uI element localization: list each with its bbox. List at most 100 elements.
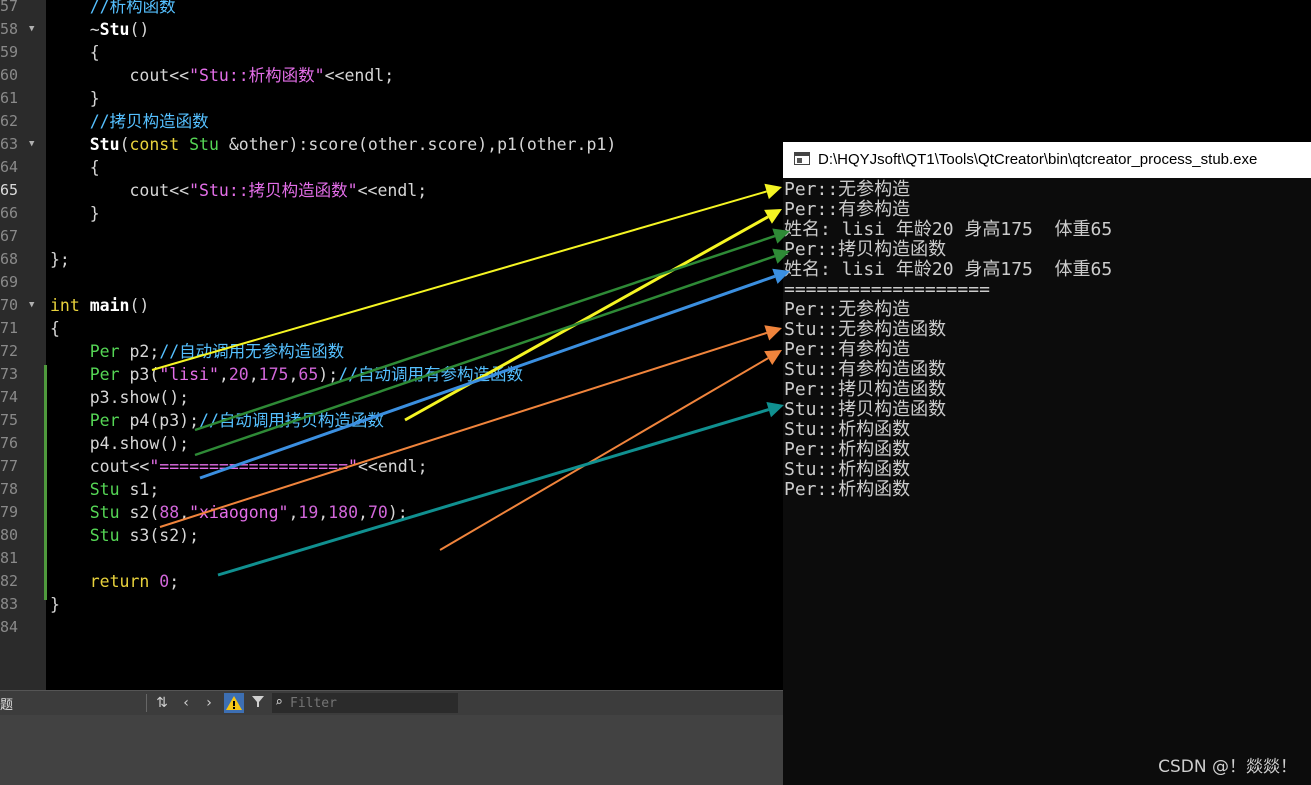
line-number-gutter: 57 58 ▼ 59 60 61 62 63 ▼ 64 65 66 67 68 69 70 ▼ 71 72 73 74 7… bbox=[0, 0, 46, 690]
filter-field[interactable]: ⌕ bbox=[272, 693, 458, 713]
code-token: } bbox=[50, 204, 100, 223]
fold-toggle-icon[interactable]: ▼ bbox=[29, 294, 34, 317]
line-number: 83 bbox=[0, 595, 19, 613]
code-token: } bbox=[50, 595, 60, 614]
code-token: Stu bbox=[89, 135, 120, 154]
code-token: ); bbox=[387, 503, 408, 522]
chevron-left-icon[interactable]: ‹ bbox=[176, 693, 196, 713]
code-line[interactable]: } bbox=[50, 593, 60, 616]
code-line[interactable]: cout<<"Stu::拷贝构造函数"<<endl; bbox=[50, 179, 427, 202]
code-token: <<endl; bbox=[357, 181, 428, 200]
code-token: s1; bbox=[119, 480, 160, 499]
code-line[interactable]: Stu s3(s2); bbox=[50, 524, 199, 547]
code-line[interactable]: Stu s2(88,"xiaogong",19,180,70); bbox=[50, 501, 408, 524]
code-line[interactable]: int main() bbox=[50, 294, 149, 317]
code-area[interactable]: //析构函数 ~Stu() { cout<<"Stu::析构函数"<<endl;… bbox=[50, 0, 783, 690]
code-token: Per bbox=[89, 411, 120, 430]
code-line[interactable]: }; bbox=[50, 248, 70, 271]
code-token: 19 bbox=[298, 503, 319, 522]
gutter-line: 66 bbox=[0, 202, 46, 225]
console-title-bar[interactable]: D:\HQYJsoft\QT1\Tools\QtCreator\bin\qtcr… bbox=[783, 142, 1311, 178]
fold-toggle-icon[interactable]: ▼ bbox=[29, 133, 34, 156]
console-output-line: =================== bbox=[784, 279, 990, 300]
line-number: 81 bbox=[0, 549, 19, 567]
code-token: p3( bbox=[119, 365, 160, 384]
line-number: 82 bbox=[0, 572, 19, 590]
line-number: 63 bbox=[0, 135, 19, 153]
gutter-line: 63 ▼ bbox=[0, 133, 46, 156]
gutter-line: 84 bbox=[0, 616, 46, 639]
code-line[interactable]: } bbox=[50, 87, 100, 110]
code-line[interactable]: cout<<"Stu::析构函数"<<endl; bbox=[50, 64, 394, 87]
code-token: Stu bbox=[89, 480, 120, 499]
code-line[interactable]: Stu s1; bbox=[50, 478, 160, 501]
code-token: 65 bbox=[298, 365, 319, 384]
toolbar-separator bbox=[146, 694, 147, 712]
pane-title-fragment: 题 bbox=[0, 698, 14, 713]
code-line[interactable]: return 0; bbox=[50, 570, 179, 593]
warning-toggle-button[interactable] bbox=[224, 693, 244, 713]
code-token: <<endl; bbox=[357, 457, 428, 476]
code-line[interactable]: Per p2;//自动调用无参构造函数 bbox=[50, 340, 344, 363]
sort-icon[interactable]: ⇅ bbox=[152, 693, 172, 713]
console-output-line: Stu::无参构造函数 bbox=[784, 319, 947, 340]
console-output-line: Per::无参构造 bbox=[784, 299, 911, 320]
console-output-line: Per::拷贝构造函数 bbox=[784, 239, 947, 260]
code-token: }; bbox=[50, 250, 70, 269]
code-line[interactable]: //析构函数 bbox=[50, 0, 176, 18]
gutter-line: 60 bbox=[0, 64, 46, 87]
gutter-line: 82 bbox=[0, 570, 46, 593]
code-token: ( bbox=[119, 135, 130, 154]
code-line[interactable]: { bbox=[50, 41, 100, 64]
code-line[interactable]: Stu(const Stu &other):score(other.score)… bbox=[50, 133, 617, 156]
line-number: 67 bbox=[0, 227, 19, 245]
code-line[interactable]: p3.show(); bbox=[50, 386, 189, 409]
gutter-line: 69 bbox=[0, 271, 46, 294]
gutter-line: 64 bbox=[0, 156, 46, 179]
code-line[interactable]: ~Stu() bbox=[50, 18, 150, 41]
code-line[interactable]: cout<<"==================="<<endl; bbox=[50, 455, 428, 478]
warning-icon bbox=[226, 696, 242, 710]
code-token: , bbox=[318, 503, 329, 522]
code-token: () bbox=[129, 20, 150, 39]
code-token: 175 bbox=[258, 365, 289, 384]
code-token: , bbox=[179, 503, 190, 522]
code-token: cout<< bbox=[50, 66, 190, 85]
code-token: , bbox=[288, 365, 299, 384]
gutter-line: 78 bbox=[0, 478, 46, 501]
code-line[interactable]: { bbox=[50, 156, 100, 179]
change-marker-bar bbox=[44, 365, 47, 600]
code-line[interactable]: Per p3("lisi",20,175,65);//自动调用有参构造函数 bbox=[50, 363, 523, 386]
code-token: Per bbox=[89, 365, 120, 384]
gutter-line: 72 bbox=[0, 340, 46, 363]
console-output-line: Per::有参构造 bbox=[784, 199, 911, 220]
code-token: p4.show(); bbox=[50, 434, 190, 453]
line-number: 77 bbox=[0, 457, 19, 475]
code-line[interactable]: Per p4(p3);//自动调用拷贝构造函数 bbox=[50, 409, 384, 432]
filter-input[interactable] bbox=[290, 693, 456, 713]
code-token: main bbox=[89, 296, 130, 315]
code-line[interactable]: p4.show(); bbox=[50, 432, 189, 455]
code-token: Stu bbox=[189, 135, 219, 154]
filter-icon[interactable] bbox=[248, 693, 268, 713]
console-app-icon bbox=[794, 152, 810, 165]
gutter-line: 76 bbox=[0, 432, 46, 455]
chevron-right-icon[interactable]: › bbox=[199, 693, 219, 713]
console-window[interactable]: D:\HQYJsoft\QT1\Tools\QtCreator\bin\qtcr… bbox=[783, 142, 1311, 785]
code-line[interactable]: } bbox=[50, 202, 100, 225]
gutter-line: 79 bbox=[0, 501, 46, 524]
output-pane bbox=[0, 715, 783, 785]
code-line[interactable]: //拷贝构造函数 bbox=[50, 110, 209, 133]
code-editor[interactable]: 57 58 ▼ 59 60 61 62 63 ▼ 64 65 66 67 68 69 70 ▼ 71 72 73 74 7… bbox=[0, 0, 783, 690]
code-token: 0 bbox=[159, 572, 170, 591]
code-token: "xiaogong" bbox=[189, 503, 289, 522]
line-number: 72 bbox=[0, 342, 19, 360]
fold-toggle-icon[interactable]: ▼ bbox=[29, 18, 34, 41]
code-line[interactable]: { bbox=[50, 317, 60, 340]
console-output-line: Per::有参构造 bbox=[784, 339, 911, 360]
watermark: CSDN @！燚燚！ bbox=[1158, 757, 1297, 777]
